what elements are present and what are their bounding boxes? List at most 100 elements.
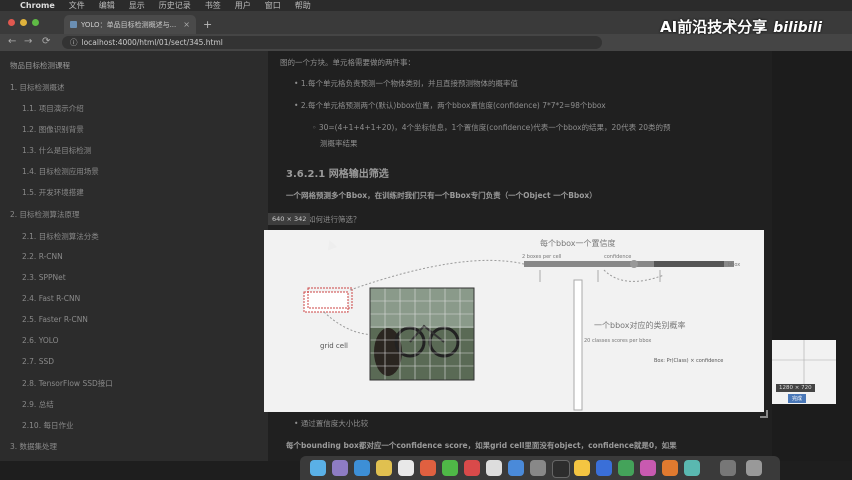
menu-people[interactable]: 用户 <box>235 0 251 11</box>
safari-icon[interactable] <box>354 460 370 476</box>
appstore-icon[interactable] <box>508 460 524 476</box>
sub-bullet-cont: 测概率结果 <box>320 139 358 148</box>
messages-icon[interactable] <box>442 460 458 476</box>
url-input[interactable]: ⓘ localhost:4000/html/01/sect/345.html <box>62 36 602 49</box>
toc-item-active[interactable]: 2.6. YOLO <box>22 336 59 345</box>
menu-bookmarks[interactable]: 书签 <box>205 0 221 11</box>
textedit-icon[interactable] <box>486 460 502 476</box>
fig-grid-cell-label: grid cell <box>320 342 348 350</box>
downloads-icon[interactable] <box>720 460 736 476</box>
toc-item[interactable]: 2.8. TensorFlow SSD接口 <box>22 378 113 389</box>
toc-item[interactable]: 1.5. 开发环境搭建 <box>22 187 84 198</box>
app-icon[interactable] <box>662 460 678 476</box>
new-tab-button[interactable]: + <box>203 18 212 31</box>
toc-item[interactable]: 1.3. 什么是目标检测 <box>22 145 91 156</box>
fig-bar-right: bbox <box>728 262 740 268</box>
bullet-text: • 2.每个单元格预测两个(默认)bbox位置，两个bbox置信度(confid… <box>294 101 606 110</box>
resize-handle[interactable] <box>760 410 768 418</box>
app-icon[interactable] <box>684 460 700 476</box>
forward-button[interactable]: → <box>24 36 32 47</box>
fig-class-sub: 20 classes scores per bbox <box>584 338 651 344</box>
toc-item[interactable]: 2.1. 目标检测算法分类 <box>22 231 99 242</box>
fig-bar-left: 2 boxes per cell <box>522 254 561 260</box>
toc-item[interactable]: 1.2. 图像识别背景 <box>22 124 84 135</box>
watermark-text: AI前沿技术分享 <box>660 18 768 36</box>
bold-paragraph: 一个网格预测多个Bbox，在训练时我们只有一个Bbox专门负责（一个Object… <box>286 191 597 200</box>
sub-bullet-text: ◦ 30=(4+1+4+1+20)，4个坐标信息，1个置信度(confidenc… <box>312 123 671 132</box>
fig-class-label: 一个bbox对应的类别概率 <box>594 320 686 330</box>
bullet-1: 1.每个单元格负责预测一个物体类别，并且直接预测物体的概率值 <box>300 79 518 88</box>
vector-marker <box>630 260 638 268</box>
menu-window[interactable]: 窗口 <box>265 0 281 11</box>
mac-menubar: Chrome 文件 编辑 显示 历史记录 书签 用户 窗口 帮助 <box>0 0 852 11</box>
back-button[interactable]: ← <box>8 36 16 47</box>
fig-top-label: 每个bbox一个置信度 <box>540 238 616 248</box>
close-window-button[interactable] <box>8 19 15 26</box>
fig-bar-mid: confidence <box>604 254 631 260</box>
bilibili-logo: bilibili <box>773 20 823 36</box>
pycharm-icon[interactable] <box>618 460 634 476</box>
bullet-text: • 通过置信度大小比较 <box>294 419 369 428</box>
info-icon: ⓘ <box>70 38 78 47</box>
screenshot-thumbnail[interactable]: 1280 × 720 完成 <box>772 340 836 404</box>
bullet-confidence: 通过置信度大小比较 <box>300 419 369 428</box>
toc-item[interactable]: 2.4. Fast R-CNN <box>22 294 80 303</box>
section-heading: 3.6.2.1 网格输出筛选 <box>286 169 389 180</box>
photos-icon[interactable] <box>420 460 436 476</box>
fig-score-formula: Box: Pr(Class) × confidence <box>654 358 723 364</box>
toc-title: 物品目标检测课程 <box>10 61 70 70</box>
done-button[interactable]: 完成 <box>788 394 807 403</box>
toc-item[interactable]: 2.3. SPPNet <box>22 273 66 282</box>
bullet-text: • 1.每个单元格负责预测一个物体类别，并且直接预测物体的概率值 <box>294 79 518 88</box>
chrome-icon[interactable] <box>574 460 590 476</box>
settings-icon[interactable] <box>530 460 546 476</box>
question-text: 如何进行筛选？ <box>308 215 361 224</box>
launchpad-icon[interactable] <box>332 460 348 476</box>
toc-item[interactable]: 3. 数据集处理 <box>10 441 57 452</box>
bullet-2: 2.每个单元格预测两个(默认)bbox位置，两个bbox置信度(confiden… <box>300 101 606 110</box>
thumb-crosshair <box>772 340 836 384</box>
reload-button[interactable]: ⟳ <box>42 36 50 47</box>
toc-item[interactable]: 2. 目标检测算法原理 <box>10 209 80 220</box>
url-text: localhost:4000/html/01/sect/345.html <box>81 38 223 47</box>
music-icon[interactable] <box>464 460 480 476</box>
zoom-window-button[interactable] <box>32 19 39 26</box>
menu-edit[interactable]: 编辑 <box>99 0 115 11</box>
toc-item[interactable]: 1.1. 项目演示介绍 <box>22 103 84 114</box>
toc-item[interactable]: 1.4. 目标检测应用场景 <box>22 166 99 177</box>
toc-item[interactable]: 1. 目标检测概述 <box>10 82 65 93</box>
menu-file[interactable]: 文件 <box>69 0 85 11</box>
toc-sidebar: 物品目标检测课程 1. 目标检测概述 1.1. 项目演示介绍 1.2. 图像识别… <box>0 51 268 461</box>
sub-bullet-1: 30=(4+1+4+1+20)，4个坐标信息，1个置信度(confidence)… <box>318 123 671 132</box>
app-icon[interactable] <box>640 460 656 476</box>
vscode-icon[interactable] <box>596 460 612 476</box>
calendar-icon[interactable] <box>398 460 414 476</box>
menu-app[interactable]: Chrome <box>20 1 55 10</box>
channel-watermark: AI前沿技术分享 bilibili <box>660 16 822 37</box>
browser-tab[interactable]: YOLO：单品目标检测概述与... × <box>64 15 196 34</box>
mac-dock <box>300 456 780 480</box>
intro-text: 图的一个方块。单元格需要做的两件事： <box>280 58 415 67</box>
tab-close-icon[interactable]: × <box>183 20 190 29</box>
vertical-vector <box>573 279 583 411</box>
yolo-diagram: 每个bbox一个置信度 2 boxes per cell confidence … <box>303 238 740 411</box>
toc-item[interactable]: 2.2. R-CNN <box>22 252 63 261</box>
finder-icon[interactable] <box>310 460 326 476</box>
bicycle-dog-photo-grid <box>369 287 475 381</box>
toc-item[interactable]: 2.9. 总结 <box>22 399 54 410</box>
menu-history[interactable]: 历史记录 <box>159 0 191 11</box>
thumb-size-label: 1280 × 720 <box>776 384 815 392</box>
bottom-paragraph: 每个bounding box都对应一个confidence score，如果gr… <box>286 441 677 450</box>
menu-view[interactable]: 显示 <box>129 0 145 11</box>
notes-icon[interactable] <box>376 460 392 476</box>
menu-help[interactable]: 帮助 <box>295 0 311 11</box>
toc-item[interactable]: 2.5. Faster R-CNN <box>22 315 88 324</box>
toc-item[interactable]: 2.7. SSD <box>22 357 54 366</box>
dashed-arrow <box>603 269 665 282</box>
toc-item[interactable]: 2.10. 每日作业 <box>22 420 73 431</box>
trash-icon[interactable] <box>746 460 762 476</box>
minimize-window-button[interactable] <box>20 19 27 26</box>
terminal-icon[interactable] <box>552 460 570 478</box>
grid-cell-tensor <box>303 287 353 313</box>
yolo-diagram-figure[interactable]: 每个bbox一个置信度 2 boxes per cell confidence … <box>264 230 764 412</box>
